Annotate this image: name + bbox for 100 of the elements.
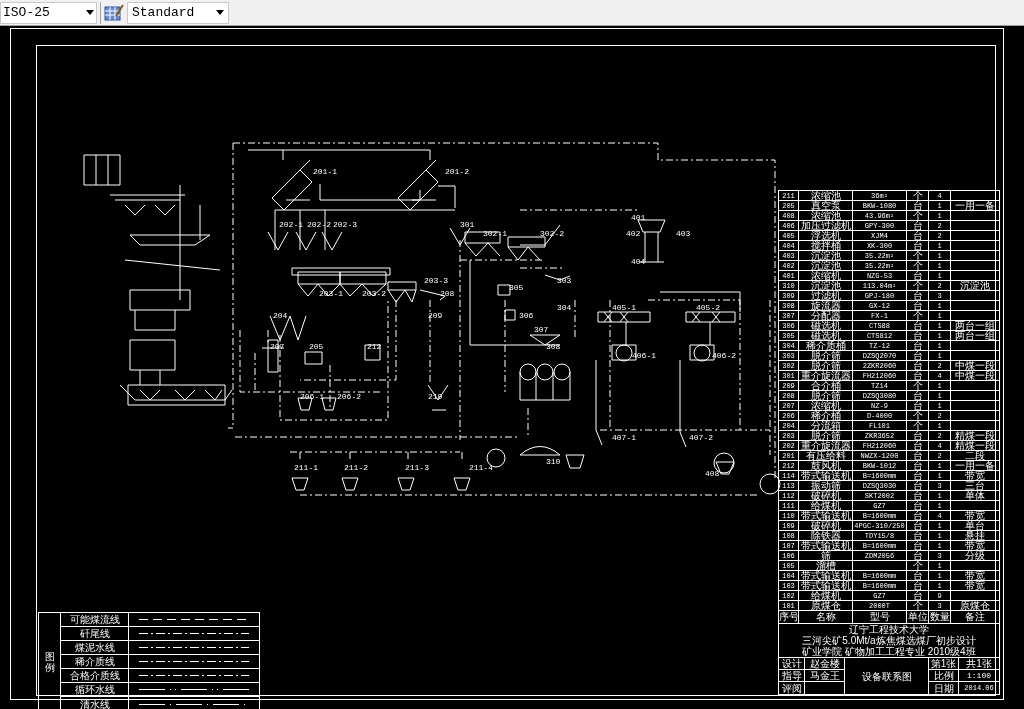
equipment-label: 407-2: [689, 433, 713, 442]
table-cell: 浓缩机: [810, 270, 841, 281]
equipment-label: 203-3: [424, 276, 448, 285]
table-cell: 台: [912, 510, 923, 521]
table-cell: 台: [912, 500, 923, 511]
table-cell: 台: [912, 240, 923, 251]
table-cell: 分流箱: [810, 420, 841, 431]
table-cell: 给煤机: [810, 500, 841, 511]
table-cell: 中煤一段: [955, 370, 995, 381]
table-cell: 台: [912, 470, 923, 481]
equipment-label: 301: [460, 220, 475, 229]
table-cell: 个: [912, 600, 923, 611]
equipment-label: 405-2: [696, 303, 720, 312]
column-header: 序号: [778, 612, 799, 622]
table-cell: 筛: [820, 550, 831, 561]
equipment-label: 302-1: [483, 229, 507, 238]
table-cell: 合介桶: [810, 380, 841, 391]
table-cell: 一用一备: [955, 200, 995, 211]
equipment-label: 305: [509, 283, 524, 292]
table-cell: 台: [912, 350, 923, 361]
table-cell: 台: [912, 320, 923, 331]
table-cell: 两台一组: [955, 320, 995, 331]
equipment-label: 205: [309, 342, 324, 351]
table-cell: 脱介筛: [810, 360, 841, 371]
equipment-label: 211-1: [294, 463, 318, 472]
table-cell: 台: [912, 220, 923, 231]
table-cell: 带宽: [965, 580, 985, 591]
table-cell: 加压过滤机: [800, 220, 851, 231]
table-cell: 沉淀池: [960, 280, 990, 291]
table-cell: 分级: [965, 550, 985, 561]
table-cell: 个: [912, 420, 923, 431]
table-cell: 鼓风机: [810, 460, 841, 471]
equipment-label: 401: [631, 213, 646, 222]
equipment-label: 202-2: [307, 220, 331, 229]
table-cell: 带宽: [965, 510, 985, 521]
equipment-label: 202-3: [333, 220, 357, 229]
equipment-label: 306: [519, 311, 534, 320]
table-cell: 一用一备: [955, 460, 995, 471]
table-cell: 中煤一段: [955, 360, 995, 371]
column-header: 型号: [869, 612, 890, 622]
table-cell: 台: [912, 460, 923, 471]
equipment-label: 206-2: [337, 392, 361, 401]
equipment-label: 310: [546, 457, 561, 466]
table-cell: 二段: [965, 450, 985, 461]
column-header: 备注: [965, 612, 985, 622]
table-cell: 台: [912, 430, 923, 441]
table-cell: 个: [912, 410, 923, 421]
table-cell: 台: [912, 580, 923, 591]
field-label: 日期: [933, 682, 954, 694]
legend-label: 矸尾线: [79, 627, 110, 641]
table-cell: 精煤一段: [955, 430, 995, 441]
table-cell: 台: [912, 330, 923, 341]
equipment-label: 307: [534, 325, 549, 334]
table-cell: 单台: [965, 520, 985, 531]
equipment-label: 202-1: [279, 220, 303, 229]
table-cell: 沉淀池: [810, 280, 841, 291]
table-cell: 台: [912, 540, 923, 551]
table-cell: 除铁器: [810, 530, 841, 541]
table-cell: 磁选机: [810, 330, 841, 341]
table-cell: 台: [912, 300, 923, 311]
field-label: 指导: [781, 670, 802, 681]
table-cell: 振动筛: [810, 480, 841, 491]
table-cell: 台: [912, 390, 923, 401]
field-value: 赵金楼: [809, 658, 840, 669]
equipment-label: 211-3: [405, 463, 429, 472]
table-cell: 原煤仓: [810, 600, 841, 611]
field-value: 共1张: [966, 658, 992, 669]
table-cell: 台: [912, 200, 923, 211]
equipment-label: 210: [428, 392, 443, 401]
table-cell: 台: [912, 360, 923, 371]
table-cell: 带宽: [965, 470, 985, 481]
table-cell: 带式输送机: [800, 540, 851, 551]
table-cell: 稀介质桶: [805, 340, 846, 351]
table-cell: 浓缩池: [810, 190, 841, 201]
equipment-label: 204: [273, 311, 288, 320]
column-header: 名称: [815, 612, 836, 622]
table-cell: 带宽: [965, 570, 985, 581]
table-cell: 悬挂: [965, 530, 985, 541]
table-cell: 台: [912, 550, 923, 561]
table-cell: 带式输送机: [800, 510, 851, 521]
table-cell: 重介旋流器: [800, 440, 851, 451]
table-style-dropdown[interactable]: Standard: [127, 1, 229, 24]
legend-label: 可能煤流线: [69, 613, 120, 627]
table-cell: 稀介桶: [810, 410, 841, 421]
table-cell: 过滤机: [810, 290, 841, 301]
equipment-label: 211-4: [469, 463, 493, 472]
table-cell: 个: [912, 250, 923, 261]
dimension-style-dropdown[interactable]: ISO-25: [0, 1, 97, 24]
table-cell: 台: [912, 480, 923, 491]
table-cell: 台: [912, 450, 923, 461]
equipment-label: 208: [440, 289, 455, 298]
table-cell: 旋流器: [810, 300, 841, 311]
table-cell: 个: [912, 310, 923, 321]
table-cell: 给煤机: [810, 590, 841, 601]
table-cell: 台: [912, 590, 923, 601]
legend-label: 合格介质线: [69, 669, 120, 683]
title-text: 三河尖矿5.0Mt/a炼焦煤选煤厂初步设计: [802, 635, 976, 646]
table-cell: 脱介筛: [810, 430, 841, 441]
equipment-label: 304: [557, 303, 572, 312]
table-cell: 台: [912, 290, 923, 301]
